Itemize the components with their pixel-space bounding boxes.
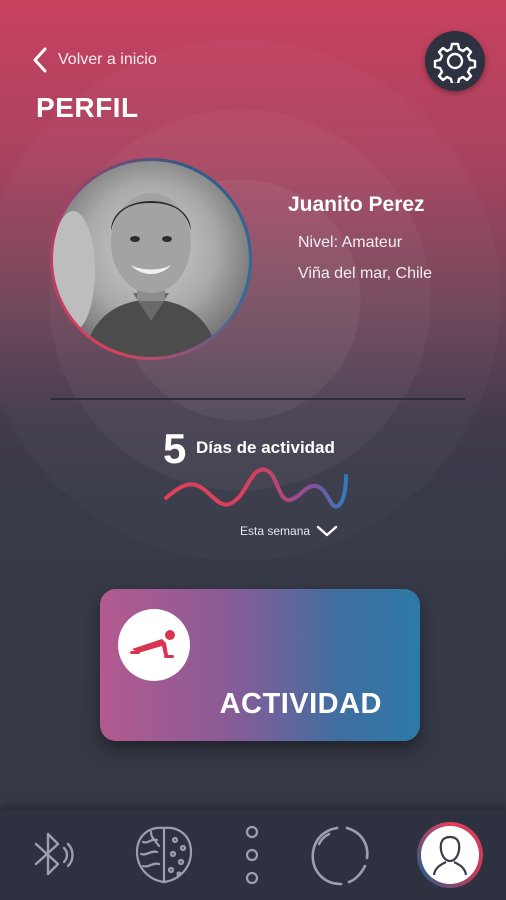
activity-card[interactable]: ACTIVIDAD — [100, 589, 420, 741]
user-icon — [432, 835, 468, 876]
page-title: PERFIL — [36, 92, 139, 123]
chevron-left-icon — [33, 47, 47, 73]
period-label: Esta semana — [240, 524, 311, 538]
activity-days-label: Días de actividad — [196, 438, 335, 457]
nav-profile-ring — [417, 822, 483, 888]
nav-profile[interactable] — [414, 810, 486, 900]
back-label: Volver a inicio — [58, 51, 157, 68]
divider — [51, 398, 465, 400]
activity-wave-graph — [164, 467, 348, 509]
person-photo-illustration — [53, 193, 219, 357]
brain-icon — [135, 826, 193, 884]
user-location: Viña del mar, Chile — [298, 265, 432, 282]
chevron-down-icon — [316, 525, 338, 537]
user-name: Juanito Perez — [288, 193, 425, 216]
nav-profile-inner — [421, 826, 479, 884]
user-level: Nivel: Amateur — [298, 234, 403, 251]
bluetooth-icon — [34, 832, 74, 876]
nav-progress[interactable] — [302, 810, 378, 900]
nav-brain[interactable] — [126, 810, 202, 900]
gear-icon — [433, 42, 477, 83]
more-vertical-icon — [245, 825, 259, 885]
activity-card-label: ACTIVIDAD — [219, 688, 382, 720]
pushup-icon — [130, 630, 175, 658]
nav-more[interactable] — [232, 810, 272, 900]
nav-bluetooth[interactable] — [18, 810, 88, 900]
back-button[interactable]: Volver a inicio — [32, 46, 157, 74]
settings-button[interactable] — [425, 31, 485, 91]
activity-icon-badge — [118, 609, 190, 681]
profile-avatar[interactable] — [50, 158, 252, 360]
bottom-navigation — [0, 810, 506, 900]
avatar-photo — [53, 161, 249, 357]
profile-screen: Volver a inicio PERFIL Juanito Perez Niv… — [0, 0, 506, 900]
progress-ring-icon — [311, 826, 369, 886]
period-selector[interactable]: Esta semana — [240, 524, 338, 538]
